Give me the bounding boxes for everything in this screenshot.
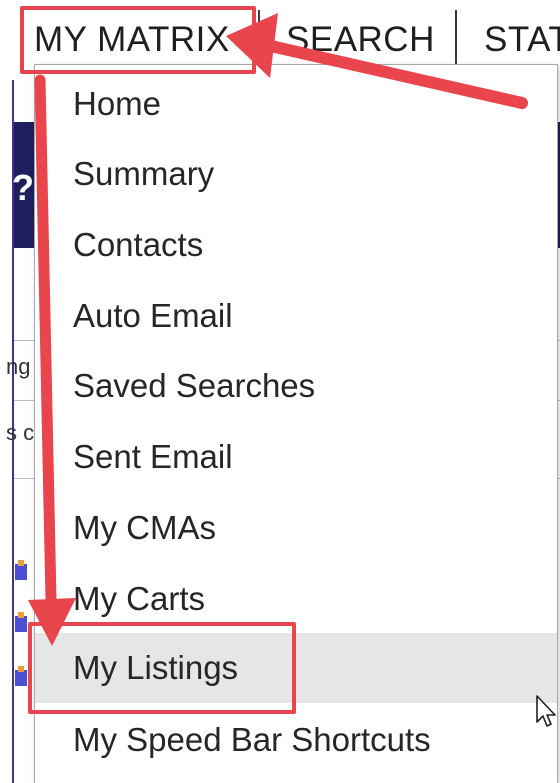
page-header-fragment: ? bbox=[12, 167, 34, 208]
page-text-fragment: s c bbox=[6, 420, 35, 445]
nav-divider bbox=[258, 10, 260, 68]
tab-search[interactable]: SEARCH bbox=[286, 14, 435, 66]
menu-item-auto-email[interactable]: Auto Email bbox=[35, 281, 557, 351]
listing-row-icon bbox=[15, 666, 27, 686]
annotation-box-my-listings bbox=[28, 622, 296, 714]
menu-item-contacts[interactable]: Contacts bbox=[35, 210, 557, 280]
listing-row-icon bbox=[15, 612, 27, 632]
page-text-fragment: ng bbox=[6, 354, 31, 379]
nav-divider bbox=[455, 10, 457, 68]
menu-item-my-cmas[interactable]: My CMAs bbox=[35, 493, 557, 563]
screenshot-stage: MY MATRIX SEARCH STAT ? ng s s c Home Su… bbox=[0, 0, 560, 783]
menu-item-summary[interactable]: Summary bbox=[35, 139, 557, 209]
tab-stats[interactable]: STAT bbox=[484, 14, 560, 66]
mouse-cursor-icon bbox=[536, 695, 556, 727]
listing-row-icon bbox=[15, 560, 27, 580]
annotation-box-my-matrix bbox=[20, 6, 256, 74]
menu-item-home[interactable]: Home bbox=[35, 69, 557, 139]
menu-item-saved-searches[interactable]: Saved Searches bbox=[35, 351, 557, 421]
menu-item-my-speed-bar-shortcuts[interactable]: My Speed Bar Shortcuts bbox=[35, 705, 557, 775]
menu-item-sent-email[interactable]: Sent Email bbox=[35, 422, 557, 492]
